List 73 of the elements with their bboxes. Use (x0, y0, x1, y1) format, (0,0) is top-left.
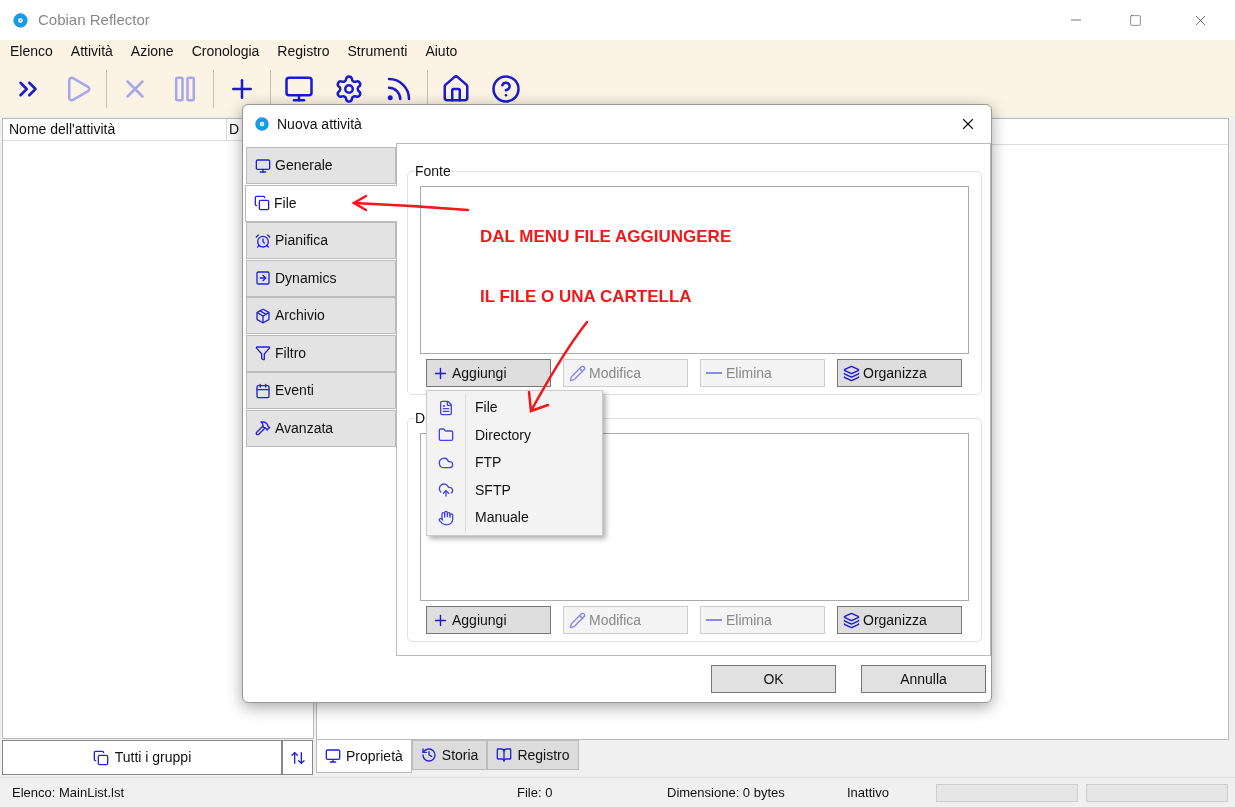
pencil-icon (569, 364, 586, 382)
tab[interactable]: Proprietà (316, 740, 412, 773)
column-header[interactable]: D (227, 119, 240, 140)
group-title: Fonte (415, 162, 451, 181)
menu-item[interactable]: Registro (277, 40, 330, 62)
action-button[interactable]: Organizza (837, 606, 962, 634)
dropdown-item[interactable]: Directory (427, 421, 602, 449)
maximize-icon[interactable] (1129, 13, 1142, 27)
sort-button[interactable] (282, 740, 313, 775)
settings-icon (334, 74, 364, 104)
dropdown-item[interactable]: SFTP (427, 476, 602, 504)
sidebar-tab[interactable]: Pianifica (246, 222, 396, 259)
minus-icon (706, 372, 722, 374)
hammer-icon (255, 420, 271, 436)
tab[interactable]: Registro (487, 740, 579, 770)
menu-item[interactable]: Aiuto (425, 40, 458, 62)
status-text: Dimensione: 0 bytes (667, 783, 786, 802)
groups-icon (92, 749, 109, 766)
status-text: Elenco: MainList.lst (12, 783, 125, 802)
sidebar-tab[interactable]: Filtro (246, 334, 396, 372)
menu-item[interactable]: Cronologia (191, 40, 260, 62)
monitor-icon (325, 748, 341, 764)
menu-item[interactable]: Attività (70, 40, 113, 62)
sidebar-tab[interactable]: Dynamics (246, 259, 396, 297)
dialog-title: Nuova attività (277, 114, 362, 134)
dialog-button[interactable]: OK (711, 665, 836, 693)
layers-icon (843, 611, 860, 629)
dropdown-item[interactable]: Manuale (427, 504, 602, 532)
app-logo-icon (253, 115, 271, 133)
action-button[interactable]: Aggiungi (426, 606, 551, 634)
minus-icon (706, 619, 722, 621)
box-icon (255, 307, 271, 324)
annotation-text: DAL MENU FILE AGGIUNGERE (480, 226, 732, 248)
group-title: D (415, 409, 426, 428)
dialog-button[interactable]: Annulla (861, 665, 986, 693)
file-icon (254, 195, 270, 211)
column-header[interactable]: Nome dell'attività (3, 119, 227, 140)
dropdown-item[interactable]: FTP (427, 449, 602, 477)
annotation-text: IL FILE O UNA CARTELLA (480, 286, 692, 308)
sidebar-tab[interactable]: Avanzata (246, 409, 396, 447)
menu-item[interactable]: Elenco (10, 40, 53, 62)
sidebar-tab[interactable]: Archivio (246, 297, 396, 334)
folder-icon (438, 427, 454, 444)
app-logo-icon (11, 10, 30, 30)
dropdown-item[interactable]: File (427, 394, 602, 422)
pencil-icon (569, 611, 586, 629)
status-text: Inattivo (847, 783, 890, 802)
sidebar-tab[interactable]: File (245, 184, 397, 222)
book-icon (496, 747, 513, 763)
hand-icon (438, 509, 454, 526)
history-icon (420, 747, 437, 763)
file-icon (438, 399, 454, 416)
tab[interactable]: Storia (411, 740, 488, 770)
alarm-clock-icon (255, 232, 271, 249)
action-button[interactable]: Organizza (837, 359, 962, 387)
sort-icon (289, 749, 306, 766)
house-icon (441, 74, 471, 104)
sidebar-tab[interactable]: Eventi (246, 372, 396, 409)
arrow-box-icon (255, 270, 271, 286)
calendar-icon (255, 382, 271, 399)
monitor-icon (284, 74, 314, 104)
help-icon (491, 74, 521, 104)
layers-icon (843, 364, 860, 382)
menu-item[interactable]: Azione (130, 40, 174, 62)
filter-icon (255, 345, 271, 361)
action-button[interactable]: Aggiungi (426, 359, 551, 387)
sidebar-tab[interactable]: Generale (246, 147, 396, 184)
status-text: File: 0 (517, 783, 554, 802)
window-title: Cobian Reflector (38, 9, 150, 30)
cloud-icon (438, 482, 454, 499)
menu-item[interactable]: Strumenti (347, 40, 408, 62)
groups-button[interactable]: Tutti i gruppi (2, 740, 282, 775)
monitor-icon (255, 157, 271, 174)
